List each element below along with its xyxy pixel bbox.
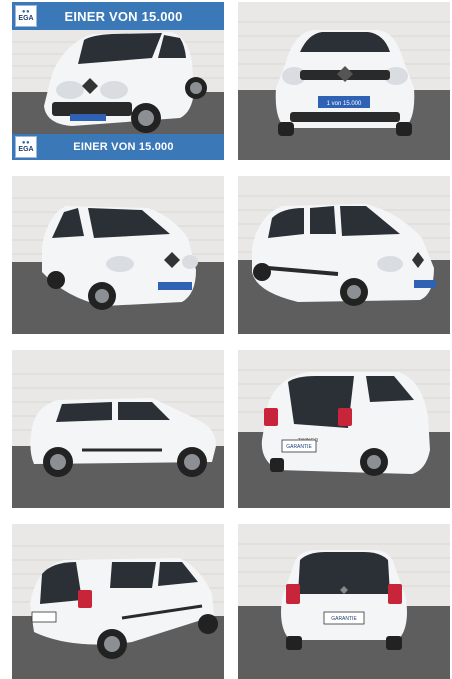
promo-banner-text: EINER VON 15.000	[73, 141, 174, 153]
promo-banner-bottom: ●● EGA EINER VON 15.000	[12, 134, 224, 160]
promo-banner-top: ●● EGA EINER VON 15.000	[12, 2, 224, 30]
license-plate: 1 von 15.000	[327, 101, 362, 107]
car-front-image: 1 von 15.000	[238, 2, 450, 160]
car-side-profile-image	[12, 350, 224, 508]
car-rear-left-image	[12, 524, 224, 679]
gallery-photo-8[interactable]: GARANTIE	[238, 524, 450, 679]
gallery-photo-2[interactable]: 1 von 15.000	[238, 2, 450, 160]
promo-banner-text: EINER VON 15.000	[64, 8, 183, 24]
car-rear-right-image: TWINGO GARANTIE	[238, 350, 450, 508]
car-front-right-image	[238, 176, 450, 334]
gallery-photo-1[interactable]: ●● EGA EINER VON 15.000 ●● EGA EINER VON…	[12, 2, 224, 160]
gallery-photo-7[interactable]	[12, 524, 224, 679]
gallery-photo-3[interactable]	[12, 176, 224, 334]
car-rear-image: GARANTIE	[238, 524, 450, 679]
gallery-photo-6[interactable]: TWINGO GARANTIE	[238, 350, 450, 508]
car-front-left-angle-image	[12, 176, 224, 334]
gallery-photo-5[interactable]	[12, 350, 224, 508]
license-plate: GARANTIE	[286, 444, 312, 450]
dealer-logo: ●● EGA	[15, 136, 37, 158]
photo-gallery: ●● EGA EINER VON 15.000 ●● EGA EINER VON…	[0, 0, 452, 679]
license-plate: GARANTIE	[331, 616, 357, 622]
dealer-logo: ●● EGA	[15, 5, 37, 27]
gallery-photo-4[interactable]	[238, 176, 450, 334]
